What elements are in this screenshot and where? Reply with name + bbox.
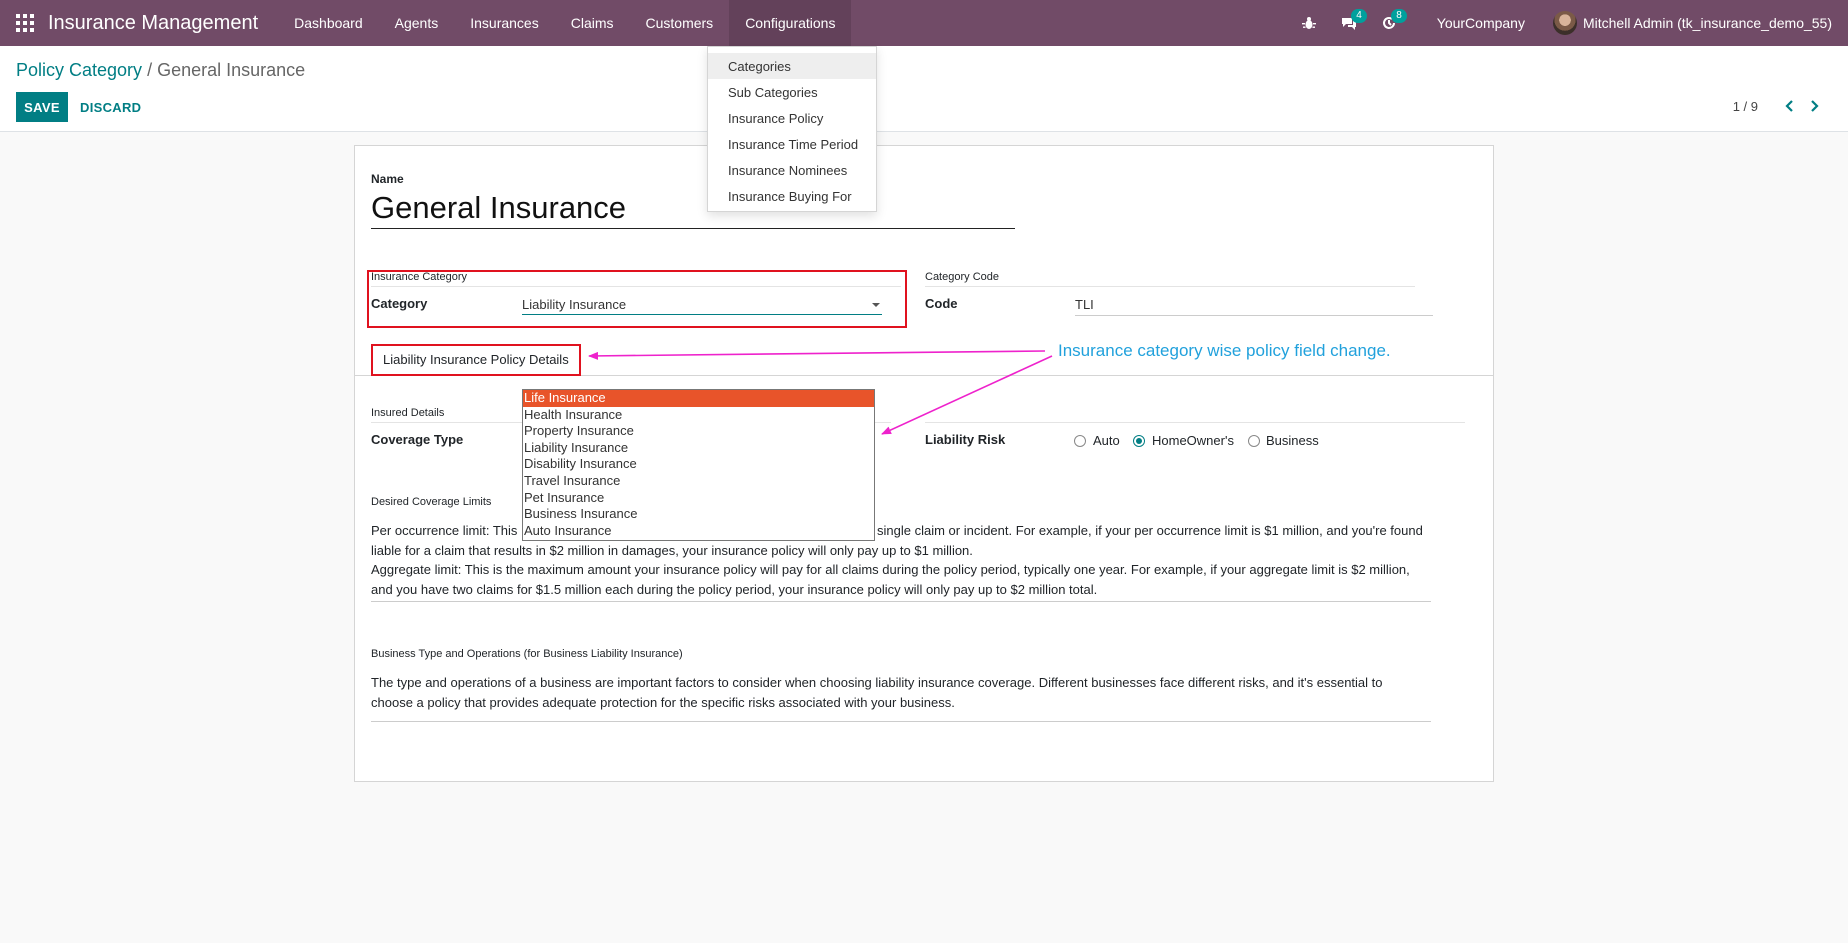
menu-claims[interactable]: Claims: [555, 0, 630, 46]
dropdown-item-sub-categories[interactable]: Sub Categories: [708, 79, 876, 105]
category-caret-down-icon[interactable]: [872, 303, 880, 307]
menu-configurations[interactable]: Configurations: [729, 0, 852, 46]
code-input[interactable]: TLI: [1075, 297, 1094, 312]
top-navbar: Insurance Management Dashboard Agents In…: [0, 0, 1848, 46]
activities-badge: 8: [1391, 9, 1407, 23]
dropdown-item-categories[interactable]: Categories: [708, 53, 876, 79]
desired-limits-text-line[interactable]: Per occurrence limit: This: [371, 521, 517, 541]
app-title[interactable]: Insurance Management: [48, 12, 258, 35]
name-label: Name: [371, 172, 404, 186]
avatar: [1552, 11, 1577, 35]
liability-risk-radio-business[interactable]: [1248, 435, 1260, 447]
desired-limits-text-line[interactable]: single claim or incident. For example, i…: [877, 521, 1423, 541]
configurations-dropdown-menu: Categories Sub Categories Insurance Poli…: [707, 46, 877, 212]
name-underline: [371, 228, 1015, 229]
category-option-business-insurance[interactable]: Business Insurance: [523, 506, 874, 523]
discard-button[interactable]: DISCARD: [72, 92, 149, 122]
category-options-listbox: Life Insurance Health Insurance Property…: [522, 389, 875, 541]
dropdown-item-insurance-policy[interactable]: Insurance Policy: [708, 105, 876, 131]
menu-insurances[interactable]: Insurances: [454, 0, 554, 46]
group-separator: [925, 286, 1415, 287]
category-option-property-insurance[interactable]: Property Insurance: [523, 423, 874, 440]
pager-value[interactable]: 1 / 9: [1733, 99, 1758, 114]
apps-menu-icon[interactable]: [0, 0, 50, 46]
desired-limits-text-line[interactable]: liable for a claim that results in $2 mi…: [371, 541, 973, 561]
liability-risk-option-homeowners[interactable]: HomeOwner's: [1152, 433, 1234, 448]
desired-limits-text-line[interactable]: Aggregate limit: This is the maximum amo…: [371, 560, 1410, 580]
business-type-text-line[interactable]: The type and operations of a business ar…: [371, 673, 1383, 693]
insured-details-group-title: Insured Details: [371, 407, 445, 419]
category-underline: [522, 314, 882, 315]
breadcrumb-separator: /: [147, 60, 153, 80]
business-type-label: Business Type and Operations (for Busine…: [371, 648, 683, 660]
dropdown-item-insurance-time-period[interactable]: Insurance Time Period: [708, 131, 876, 157]
form-sheet: Name General Insurance Insurance Categor…: [354, 145, 1494, 782]
category-label: Category: [371, 296, 428, 311]
breadcrumb-parent-link[interactable]: Policy Category: [16, 60, 142, 80]
menu-customers[interactable]: Customers: [630, 0, 730, 46]
dropdown-item-insurance-buying-for[interactable]: Insurance Buying For: [708, 183, 876, 209]
code-label: Code: [925, 296, 958, 311]
liability-risk-radio-auto[interactable]: [1074, 435, 1086, 447]
breadcrumb: Policy Category / General Insurance: [16, 60, 305, 81]
messaging-chat-icon[interactable]: 4: [1329, 0, 1369, 46]
business-type-underline: [371, 721, 1431, 722]
pager-next-chevron-right-icon[interactable]: [1802, 96, 1828, 116]
navbar-systray: 4 8 YourCompany Mitchell Admin (tk_insur…: [1289, 0, 1848, 46]
company-switcher[interactable]: YourCompany: [1409, 15, 1553, 31]
liability-risk-option-business[interactable]: Business: [1266, 433, 1319, 448]
debug-bug-icon[interactable]: [1289, 0, 1329, 46]
name-input[interactable]: General Insurance: [371, 190, 626, 226]
tab-liability-insurance-policy-details[interactable]: Liability Insurance Policy Details: [383, 352, 569, 367]
liability-risk-radio-homeowners[interactable]: [1133, 435, 1145, 447]
category-option-liability-insurance[interactable]: Liability Insurance: [523, 440, 874, 457]
category-option-disability-insurance[interactable]: Disability Insurance: [523, 456, 874, 473]
category-option-auto-insurance[interactable]: Auto Insurance: [523, 523, 874, 540]
pager-previous-chevron-left-icon[interactable]: [1776, 96, 1802, 116]
desired-limits-underline: [371, 601, 1431, 602]
annotation-text: Insurance category wise policy field cha…: [1058, 341, 1391, 360]
user-menu[interactable]: Mitchell Admin (tk_insurance_demo_55): [1552, 11, 1848, 35]
category-option-pet-insurance[interactable]: Pet Insurance: [523, 490, 874, 507]
breadcrumb-current: General Insurance: [157, 60, 306, 80]
dropdown-item-insurance-nominees[interactable]: Insurance Nominees: [708, 157, 876, 183]
messages-badge: 4: [1351, 9, 1367, 23]
category-code-group-title: Category Code: [925, 271, 999, 283]
business-type-text-line[interactable]: choose a policy that provides adequate p…: [371, 693, 955, 713]
category-option-life-insurance[interactable]: Life Insurance: [523, 390, 874, 407]
save-button[interactable]: SAVE: [16, 92, 68, 122]
menu-agents[interactable]: Agents: [379, 0, 455, 46]
liability-risk-label: Liability Risk: [925, 432, 1006, 447]
menu-dashboard[interactable]: Dashboard: [278, 0, 379, 46]
control-panel: Policy Category / General Insurance SAVE…: [0, 46, 1848, 132]
desired-coverage-limits-label: Desired Coverage Limits: [371, 496, 492, 508]
desired-limits-text-line[interactable]: and you have two claims for $1.5 million…: [371, 580, 1097, 600]
code-underline: [1075, 315, 1433, 316]
category-option-travel-insurance[interactable]: Travel Insurance: [523, 473, 874, 490]
category-select[interactable]: Liability Insurance: [522, 297, 626, 312]
coverage-type-label: Coverage Type: [371, 432, 464, 447]
pager: 1 / 9: [1733, 96, 1828, 116]
activity-clock-icon[interactable]: 8: [1369, 0, 1409, 46]
liability-risk-option-auto[interactable]: Auto: [1093, 433, 1120, 448]
user-name: Mitchell Admin (tk_insurance_demo_55): [1582, 15, 1832, 31]
insurance-category-group-title: Insurance Category: [371, 271, 467, 283]
group-separator: [371, 286, 901, 287]
category-option-health-insurance[interactable]: Health Insurance: [523, 407, 874, 424]
group-separator: [925, 422, 1465, 423]
